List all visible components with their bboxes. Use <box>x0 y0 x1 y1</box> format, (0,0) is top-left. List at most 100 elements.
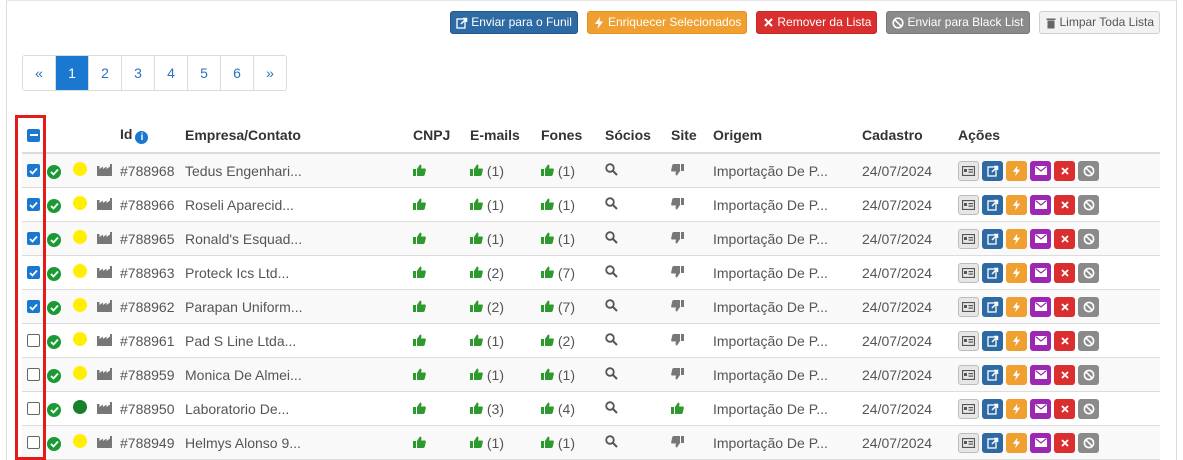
enrich-row-button[interactable] <box>1006 432 1027 453</box>
header-emails[interactable]: E-mails <box>470 118 541 154</box>
search-icon[interactable] <box>605 196 618 213</box>
email-row-button[interactable] <box>1030 160 1051 181</box>
email-row-button[interactable] <box>1030 398 1051 419</box>
view-card-button[interactable] <box>958 296 979 317</box>
table-row[interactable]: #788962 Parapan Uniform... (2) (7) Impor… <box>22 289 1160 324</box>
send-funnel-row-button[interactable] <box>982 398 1003 419</box>
enrich-row-button[interactable] <box>1006 296 1027 317</box>
pagination-page-6[interactable]: 6 <box>220 56 253 90</box>
enrich-row-button[interactable] <box>1006 364 1027 385</box>
view-card-button[interactable] <box>958 228 979 249</box>
search-icon[interactable] <box>605 230 618 247</box>
email-row-button[interactable] <box>1030 330 1051 351</box>
blacklist-row-button[interactable] <box>1078 228 1099 249</box>
table-row[interactable]: #788965 Ronald's Esquad... (1) (1) Impor… <box>22 221 1160 256</box>
table-row[interactable]: #788968 Tedus Engenhari... (1) (1) Impor… <box>22 153 1160 188</box>
header-id[interactable]: Id i <box>120 118 185 154</box>
row-checkbox[interactable] <box>27 334 40 347</box>
send-funnel-row-button[interactable] <box>982 330 1003 351</box>
row-checkbox[interactable] <box>27 164 40 177</box>
email-row-button[interactable] <box>1030 228 1051 249</box>
send-funnel-row-button[interactable] <box>982 364 1003 385</box>
pagination-page-2[interactable]: 2 <box>88 56 121 90</box>
blacklist-row-button[interactable] <box>1078 330 1099 351</box>
email-row-button[interactable] <box>1030 296 1051 317</box>
email-row-button[interactable] <box>1030 194 1051 215</box>
table-row[interactable]: #788949 Helmys Alonso 9... (1) (1) Impor… <box>22 425 1160 460</box>
row-company[interactable]: Helmys Alonso 9... <box>185 425 413 460</box>
header-site[interactable]: Site <box>671 118 713 154</box>
remove-row-button[interactable] <box>1054 228 1075 249</box>
view-card-button[interactable] <box>958 194 979 215</box>
header-origin[interactable]: Origem <box>713 118 862 154</box>
row-checkbox[interactable] <box>27 266 40 279</box>
table-row[interactable]: #788963 Proteck Ics Ltd... (2) (7) Impor… <box>22 255 1160 290</box>
pagination-page-5[interactable]: 5 <box>187 56 220 90</box>
table-row[interactable]: #788959 Monica De Almei... (1) (1) Impor… <box>22 357 1160 392</box>
send-to-funnel-button[interactable]: Enviar para o Funil <box>450 11 578 34</box>
table-row[interactable]: #788966 Roseli Aparecid... (1) (1) Impor… <box>22 187 1160 222</box>
remove-from-list-button[interactable]: Remover da Lista <box>756 11 878 34</box>
row-checkbox[interactable] <box>27 198 40 211</box>
remove-row-button[interactable] <box>1054 364 1075 385</box>
header-company[interactable]: Empresa/Contato <box>185 118 413 154</box>
view-card-button[interactable] <box>958 364 979 385</box>
remove-row-button[interactable] <box>1054 432 1075 453</box>
search-icon[interactable] <box>605 366 618 383</box>
email-row-button[interactable] <box>1030 262 1051 283</box>
enrich-row-button[interactable] <box>1006 194 1027 215</box>
enrich-row-button[interactable] <box>1006 228 1027 249</box>
table-row[interactable]: #788961 Pad S Line Ltda... (1) (2) Impor… <box>22 323 1160 358</box>
view-card-button[interactable] <box>958 160 979 181</box>
enrich-row-button[interactable] <box>1006 398 1027 419</box>
row-checkbox[interactable] <box>27 436 40 449</box>
view-card-button[interactable] <box>958 330 979 351</box>
remove-row-button[interactable] <box>1054 194 1075 215</box>
row-company[interactable]: Ronald's Esquad... <box>185 221 413 256</box>
header-partners[interactable]: Sócios <box>605 118 671 154</box>
remove-row-button[interactable] <box>1054 296 1075 317</box>
row-company[interactable]: Pad S Line Ltda... <box>185 323 413 358</box>
view-card-button[interactable] <box>958 432 979 453</box>
row-company[interactable]: Monica De Almei... <box>185 357 413 392</box>
row-checkbox[interactable] <box>27 402 40 415</box>
row-company[interactable]: Laboratorio De... <box>185 391 413 426</box>
enrich-row-button[interactable] <box>1006 262 1027 283</box>
email-row-button[interactable] <box>1030 364 1051 385</box>
row-company[interactable]: Parapan Uniform... <box>185 289 413 324</box>
pagination-page-4[interactable]: 4 <box>154 56 187 90</box>
send-funnel-row-button[interactable] <box>982 228 1003 249</box>
header-cnpj[interactable]: CNPJ <box>413 118 470 154</box>
search-icon[interactable] <box>605 400 618 417</box>
pagination-page-1[interactable]: 1 <box>55 56 88 90</box>
pagination-prev[interactable]: « <box>23 56 55 90</box>
select-all-checkbox[interactable] <box>27 128 40 142</box>
send-to-blacklist-button[interactable]: Enviar para Black List <box>886 11 1030 34</box>
blacklist-row-button[interactable] <box>1078 262 1099 283</box>
send-funnel-row-button[interactable] <box>982 262 1003 283</box>
search-icon[interactable] <box>605 298 618 315</box>
send-funnel-row-button[interactable] <box>982 432 1003 453</box>
view-card-button[interactable] <box>958 262 979 283</box>
row-company[interactable]: Proteck Ics Ltd... <box>185 255 413 290</box>
remove-row-button[interactable] <box>1054 330 1075 351</box>
row-company[interactable]: Roseli Aparecid... <box>185 187 413 222</box>
enrich-selected-button[interactable]: Enriquecer Selecionados <box>586 11 748 34</box>
row-checkbox[interactable] <box>27 368 40 381</box>
pagination-next[interactable]: » <box>253 56 286 90</box>
search-icon[interactable] <box>605 162 618 179</box>
search-icon[interactable] <box>605 332 618 349</box>
row-checkbox[interactable] <box>27 232 40 245</box>
table-row[interactable]: #788950 Laboratorio De... (3) (4) Import… <box>22 391 1160 426</box>
blacklist-row-button[interactable] <box>1078 432 1099 453</box>
row-checkbox[interactable] <box>27 300 40 313</box>
send-funnel-row-button[interactable] <box>982 296 1003 317</box>
blacklist-row-button[interactable] <box>1078 160 1099 181</box>
info-icon[interactable]: i <box>135 131 149 144</box>
header-phones[interactable]: Fones <box>541 118 605 154</box>
blacklist-row-button[interactable] <box>1078 364 1099 385</box>
view-card-button[interactable] <box>958 398 979 419</box>
send-funnel-row-button[interactable] <box>982 160 1003 181</box>
search-icon[interactable] <box>605 264 618 281</box>
blacklist-row-button[interactable] <box>1078 296 1099 317</box>
